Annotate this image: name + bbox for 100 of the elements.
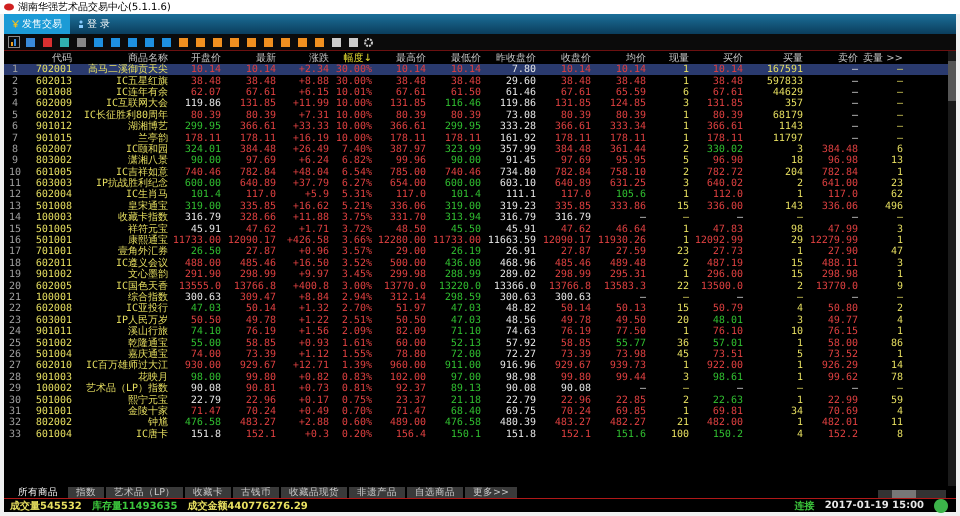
toolbar-square-icon[interactable] [315,38,324,46]
table-row[interactable]: 26 501004 嘉庆通宝 74.00 73.39 +1.12 1.55% 78.80 72.00 72.27 73.39 73.98 45 73.51 5 73.52 1 [4,348,948,360]
column-header[interactable]: 均价 [591,51,646,65]
column-header[interactable]: 最新 [221,51,276,65]
table-row[interactable]: 15 501005 祥符元宝 45.91 47.62 +1.71 3.72% 48.50 45.50 45.91 47.62 46.64 1 47.83 98 47.99 3 [4,223,948,235]
table-row[interactable]: 24 901011 溪山行旅 74.10 76.19 +1.56 2.09% 82.09 71.10 74.63 76.19 77.50 1 76.10 10 76.15 1 [4,326,948,338]
table-row[interactable]: 19 901002 文心墨韵 291.90 298.99 +9.97 3.45% 299.98 288.99 289.02 298.99 295.31 1 296.00 15 298.98 1 [4,269,948,280]
table-row[interactable]: 20 602005 IC国色天香 13555.0 13766.8 +400.8 3.00% 13770.0 13220.0 13366.0 13766.8 13583.3 22 13500.0 2 13770.0 9 [4,280,948,292]
table-row[interactable]: 25 501002 乾隆通宝 55.00 58.85 +0.93 1.61% 60.00 52.13 57.92 58.85 55.77 36 57.01 1 58.00 86 [4,337,948,349]
table-cell-text: 艺术品（LP）指数 [84,383,168,394]
category-tab[interactable]: 自选商品 [407,487,464,498]
row-number: 28 [8,372,22,383]
category-tab[interactable]: 指数 [68,487,104,498]
status-time: 2017-01-19 15:00 [824,500,924,511]
category-tab[interactable]: 古钱币 [233,487,280,498]
table-row[interactable]: 2 602013 IC五星红旗 38.48 38.48 +8.88 30.00% 38.48 38.48 29.60 38.48 38.48 1 38.48 597833 — — [4,75,948,87]
toolbar-square-icon[interactable] [145,38,154,46]
table-row[interactable]: 27 602010 IC百万雄师过大江 930.00 929.67 +12.71 1.39% 960.00 911.00 916.96 929.67 939.73 1 922.00 1 926.29 14 [4,360,948,372]
column-header[interactable]: 卖量 >> [858,51,903,65]
toolbar-square-icon[interactable] [60,38,69,46]
table-cell-text: 654.00 [388,178,426,190]
toolbar-square-icon[interactable] [111,38,120,46]
toolbar-square-icon[interactable] [349,38,358,46]
column-header[interactable]: 最低价 [426,51,481,65]
menu-tab[interactable]: 登 录 [70,14,118,34]
circle-icon[interactable] [934,498,948,512]
toolbar-square-icon[interactable] [247,38,256,46]
table-row[interactable]: 16 501001 康熙通宝 11733.00 12090.17 +426.58 3.66% 12280.00 11733.00 11663.59 12090.17 11930.26 1 12092.99 29 12279.99 1 [4,234,948,246]
table-row[interactable]: 32 802002 钟馗 476.58 483.27 +2.88 0.60% 489.00 476.58 480.39 483.27 482.27 21 482.00 1 482.01 11 [4,417,948,428]
table-cell-text: 76.19 [244,326,276,338]
column-header[interactable]: 代码 [26,51,72,65]
table-row[interactable]: 30 501006 熙宁元宝 22.79 22.96 +0.17 0.75% 23.37 21.18 22.79 22.96 22.85 2 22.63 1 22.99 59 [4,394,948,406]
toolbar-square-icon[interactable] [94,38,103,46]
toolbar-square-icon[interactable] [196,38,205,46]
table-row[interactable]: 9 803002 潇湘八景 90.00 97.69 +6.24 6.82% 99.96 90.00 91.45 97.69 95.95 5 96.90 18 96.98 13 [4,155,948,167]
toolbar-square-icon[interactable] [264,38,273,46]
table-row[interactable]: 4 602009 IC互联网大会 119.86 131.85 +11.99 10.00% 131.85 116.46 119.86 131.85 124.85 3 131.85 357 — — [4,98,948,110]
column-header[interactable]: 收盘价 [536,51,591,65]
table-row[interactable]: 28 901003 花映月 98.00 99.80 +0.82 0.83% 102.00 97.00 98.98 99.80 99.44 3 98.61 1 99.62 78 [4,372,948,383]
category-tab[interactable]: 非遗产品 [349,487,406,498]
column-header[interactable]: 卖价 [803,51,858,65]
table-row[interactable]: 23 603001 IP人民万岁 50.50 49.78 +1.22 2.51% 50.50 47.03 48.56 49.78 49.50 20 48.01 3 49.77 4 [4,314,948,326]
table-cell-text: 631.25 [608,178,646,190]
table-row[interactable]: 3 601008 IC连年有余 62.07 67.61 +6.15 10.01% 67.61 61.50 61.46 67.61 65.59 6 67.61 44629 — — [4,86,948,98]
table-cell-text: 23 [676,246,689,258]
settings-icon[interactable] [364,38,373,46]
table-cell-text: 6.82% [340,155,372,166]
toolbar-square-icon[interactable] [77,38,86,46]
table-cell-text: 602013 [34,76,72,87]
table-row[interactable]: 8 602007 IC颐和园 324.01 384.48 +26.49 7.40% 387.97 323.99 357.99 384.48 361.44 2 330.02 3 384.48 6 [4,144,948,156]
toolbar-square-icon[interactable] [162,38,171,46]
column-header[interactable]: 现量 [646,51,689,65]
column-header[interactable]: 商品名称 [72,51,168,65]
category-tab[interactable]: 更多>> [465,487,517,498]
table-row[interactable]: 11 603003 IP抗战胜利纪念 600.00 640.89 +37.79 6.27% 654.00 600.00 603.10 640.89 631.25 3 640.02 2 641.00 23 [4,178,948,190]
toolbar-square-icon[interactable] [332,38,341,46]
column-header[interactable]: 买量 [743,51,803,65]
table-row[interactable]: 29 100002 艺术品（LP）指数 90.08 90.81 +0.73 0.81% 92.37 89.13 90.08 90.08 — — — — — — [4,382,948,394]
table-row[interactable]: 31 901001 金陵十家 71.47 70.24 +0.49 0.70% 71.47 68.40 69.75 70.24 69.85 1 69.81 34 70.69 4 [4,406,948,418]
table-row[interactable]: 7 901015 兰亭韵 178.11 178.11 +16.19 10.00% 178.11 178.11 161.92 178.11 178.11 1 178.11 11797 — — [4,132,948,144]
table-row[interactable]: 18 602011 IC遵义会议 488.00 485.46 +16.50 3.52% 500.00 436.00 468.96 485.46 489.48 2 487.19 15 488.11 3 [4,258,948,270]
table-row[interactable]: 1 702001 高马二溪御贡天尖 10.14 10.14 +2.34 30.00% 10.14 10.14 7.80 10.14 10.14 1 10.14 167591 — — [4,64,948,76]
column-header[interactable]: 买价 [689,51,743,65]
table-cell-text: 124.85 [608,98,646,110]
table-row[interactable]: 21 100001 综合指数 300.63 309.47 +8.84 2.94% 312.14 298.59 300.63 300.63 — — — — — — [4,292,948,304]
table-row[interactable]: 22 602008 IC亚投行 47.03 50.14 +1.32 2.70% 51.97 47.03 48.82 50.14 50.13 15 50.79 4 50.80 2 [4,303,948,315]
toolbar-square-icon[interactable] [179,38,188,46]
row-number: 20 [8,280,22,292]
table-row[interactable]: 13 501008 皇宋通宝 319.00 335.85 +16.62 5.21% 336.06 319.00 319.23 335.85 333.86 15 336.00 143 336.06 496 [4,200,948,212]
table-row[interactable]: 14 100003 收藏卡指数 316.79 328.66 +11.88 3.75% 331.70 313.94 316.79 316.79 — — — — — — [4,212,948,224]
table-row[interactable]: 17 701001 壹角外汇券 26.50 27.87 +0.96 3.57% 29.00 26.19 26.91 27.87 27.59 23 27.73 1 27.90 47 [4,246,948,258]
toolbar-square-icon[interactable] [281,38,290,46]
table-cell-text: 69.75 [504,406,536,417]
toolbar-square-icon[interactable] [298,38,307,46]
table-cell-text: 482.27 [608,417,646,428]
toolbar-square-icon[interactable] [26,38,35,46]
column-header[interactable]: 幅度↓ [329,51,372,65]
column-header[interactable]: 昨收盘价 [481,51,536,65]
toolbar-square-icon[interactable] [128,38,137,46]
column-header[interactable]: 涨跌 [276,51,329,65]
toolbar-square-icon[interactable] [230,38,239,46]
table-row[interactable]: 6 901012 湖湘博艺 299.95 366.61 +33.33 10.00% 366.61 299.95 333.28 366.61 333.34 1 366.61 1143 — — [4,120,948,132]
table-row[interactable]: 12 602004 IC生肖马 101.4 117.0 +5.9 5.31% 117.0 101.4 111.1 117.0 105.6 1 112.0 1 117.0 62 [4,189,948,201]
table-cell-text: 10.14 [712,64,743,76]
table-cell-text: 壹角外汇券 [117,246,168,258]
table-cell-text: 99.96 [394,155,426,166]
column-header[interactable]: 最高价 [372,51,426,65]
table-cell-text: 1 [682,132,689,144]
toolbar-square-icon[interactable] [213,38,222,46]
category-tab[interactable]: 艺术品（LP） [106,487,184,498]
table-row[interactable]: 33 601004 IC唐卡 151.8 152.1 +0.3 0.20% 156.4 150.1 151.8 152.1 151.6 100 150.2 4 152.2 8 [4,428,948,440]
horizontal-scrollbar[interactable] [878,490,946,498]
table-row[interactable]: 5 602012 IC长征胜利80周年 80.39 80.39 +7.31 10.00% 80.39 80.39 73.08 80.39 80.39 1 80.39 68179 — — [4,110,948,121]
category-tab[interactable]: 收藏卡 [185,487,232,498]
bar-chart-icon[interactable] [8,36,20,48]
vertical-scrollbar[interactable] [948,51,956,486]
table-cell-text: 901002 [34,269,72,280]
category-tab[interactable]: 收藏品现货 [281,487,348,498]
table-row[interactable]: 10 601005 IC吉祥如意 740.46 782.84 +48.04 6.54% 785.00 740.46 734.80 782.84 758.10 2 782.72 204 782.84 1 [4,166,948,178]
column-header[interactable]: 开盘价 [168,51,221,65]
